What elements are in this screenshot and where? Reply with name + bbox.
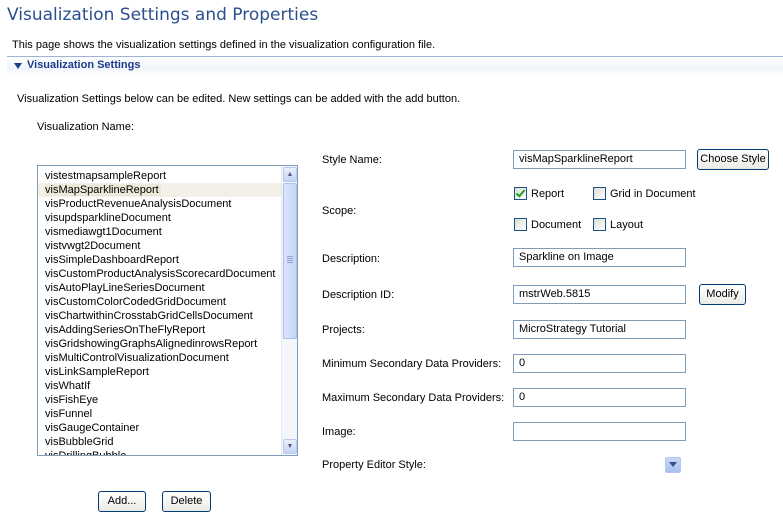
description-id-field[interactable]: mstrWeb.5815 <box>513 285 686 304</box>
section-header-visualization-settings[interactable]: Visualization Settings <box>7 56 783 76</box>
visualization-name-label: Visualization Name: <box>37 121 135 133</box>
choose-style-button[interactable]: Choose Style <box>697 149 769 170</box>
description-field[interactable]: Sparkline on Image <box>513 248 686 267</box>
section-title: Visualization Settings <box>27 59 141 71</box>
list-item[interactable]: visSimpleDashboardReport <box>38 253 281 267</box>
list-item-label: visGridshowingGraphsAlignedinrowsReport <box>45 338 258 350</box>
add-button[interactable]: Add... <box>98 491 146 512</box>
scope-grid-in-document-label: Grid in Document <box>610 188 696 200</box>
list-item-label: visAddingSeriesOnTheFlyReport <box>45 324 206 336</box>
list-item-label: visFishEye <box>45 394 99 406</box>
projects-field[interactable]: MicroStrategy Tutorial <box>513 320 686 339</box>
page-description: This page shows the visualization settin… <box>12 39 436 51</box>
style-name-field[interactable]: visMapSparklineReport <box>513 150 686 169</box>
list-item[interactable]: vistvwgt2Document <box>38 239 281 253</box>
list-item-label: visupdsparklineDocument <box>45 212 171 224</box>
scope-report-label: Report <box>531 188 565 200</box>
list-item[interactable]: visBubbleGrid <box>38 435 281 449</box>
list-item-label: vistvwgt2Document <box>45 240 141 252</box>
scope-document-label: Document <box>531 219 582 231</box>
list-item[interactable]: visMapSparklineReport <box>38 183 281 197</box>
list-item-label: vismediawgt1Document <box>45 226 162 238</box>
image-field[interactable] <box>513 422 686 441</box>
list-item-label: visWhatIf <box>45 380 91 392</box>
list-item-label: visMultiControlVisualizationDocument <box>45 352 229 364</box>
section-description: Visualization Settings below can be edit… <box>17 93 461 105</box>
image-label: Image: <box>322 426 356 438</box>
list-item[interactable]: visupdsparklineDocument <box>38 211 281 225</box>
modify-button[interactable]: Modify <box>699 284 746 305</box>
style-name-label: Style Name: <box>322 154 382 166</box>
min-secondary-providers-field[interactable]: 0 <box>513 354 686 373</box>
list-item[interactable]: visMultiControlVisualizationDocument <box>38 351 281 365</box>
scope-grid-in-document-checkbox[interactable] <box>593 187 606 200</box>
checkmark-icon <box>515 187 526 198</box>
list-item-label: visSimpleDashboardReport <box>45 254 179 266</box>
list-item[interactable]: visCustomProductAnalysisScorecardDocumen… <box>38 267 281 281</box>
list-item[interactable]: vismediawgt1Document <box>38 225 281 239</box>
scope-layout-checkbox[interactable] <box>593 218 606 231</box>
list-item-label: visGaugeContainer <box>45 422 140 434</box>
property-editor-style-label: Property Editor Style: <box>322 459 426 471</box>
list-item-label: visFunnel <box>45 408 93 420</box>
page-title: Visualization Settings and Properties <box>7 5 319 25</box>
scope-document-checkbox[interactable] <box>514 218 527 231</box>
list-item[interactable]: visFunnel <box>38 407 281 421</box>
list-item[interactable]: visWhatIf <box>38 379 281 393</box>
description-label: Description: <box>322 253 381 265</box>
scope-report-checkbox[interactable] <box>514 187 527 200</box>
max-secondary-providers-field[interactable]: 0 <box>513 388 686 407</box>
list-item[interactable]: visFishEye <box>38 393 281 407</box>
list-item[interactable]: vistestmapsampleReport <box>38 169 281 183</box>
list-item-label: vistestmapsampleReport <box>45 170 167 182</box>
list-item[interactable]: visProductRevenueAnalysisDocument <box>38 197 281 211</box>
collapse-arrow-icon[interactable] <box>14 63 22 69</box>
list-item-label: visMapSparklineReport <box>45 184 161 196</box>
grip-icon <box>287 256 293 264</box>
delete-button[interactable]: Delete <box>162 491 211 512</box>
max-secondary-providers-label: Maximum Secondary Data Providers: <box>322 392 505 404</box>
scope-label: Scope: <box>322 205 357 217</box>
projects-label: Projects: <box>322 324 365 336</box>
list-item[interactable]: visChartwithinCrosstabGridCellsDocument <box>38 309 281 323</box>
listbox-scrollbar[interactable]: ▲ ▼ <box>281 166 297 455</box>
list-item-label: visLinkSampleReport <box>45 366 149 378</box>
list-item-label: visDrillingBubble <box>45 450 127 456</box>
list-item-label: visCustomColorCodedGridDocument <box>45 296 226 308</box>
list-item-label: visChartwithinCrosstabGridCellsDocument <box>45 310 253 322</box>
list-item-label: visProductRevenueAnalysisDocument <box>45 198 232 210</box>
scroll-up-icon[interactable]: ▲ <box>283 167 297 182</box>
list-item[interactable]: visAddingSeriesOnTheFlyReport <box>38 323 281 337</box>
visualization-name-listbox[interactable]: vistestmapsampleReport visMapSparklineRep… <box>37 165 298 456</box>
min-secondary-providers-label: Minimum Secondary Data Providers: <box>322 358 502 370</box>
scope-layout-label: Layout <box>610 219 644 231</box>
list-item-label: visBubbleGrid <box>45 436 114 448</box>
list-item[interactable]: visAutoPlayLineSeriesDocument <box>38 281 281 295</box>
scrollbar-thumb[interactable] <box>283 183 297 339</box>
list-item[interactable]: visCustomColorCodedGridDocument <box>38 295 281 309</box>
list-item-label: visAutoPlayLineSeriesDocument <box>45 282 205 294</box>
scroll-down-icon[interactable]: ▼ <box>283 439 297 454</box>
chevron-down-icon[interactable] <box>665 457 681 473</box>
list-items: vistestmapsampleReport visMapSparklineRep… <box>38 169 281 456</box>
list-item[interactable]: visLinkSampleReport <box>38 365 281 379</box>
list-item-label: visCustomProductAnalysisScorecardDocumen… <box>45 268 276 280</box>
list-item[interactable]: visDrillingBubble <box>38 449 281 456</box>
list-item[interactable]: visGridshowingGraphsAlignedinrowsReport <box>38 337 281 351</box>
description-id-label: Description ID: <box>322 289 395 301</box>
list-item[interactable]: visGaugeContainer <box>38 421 281 435</box>
